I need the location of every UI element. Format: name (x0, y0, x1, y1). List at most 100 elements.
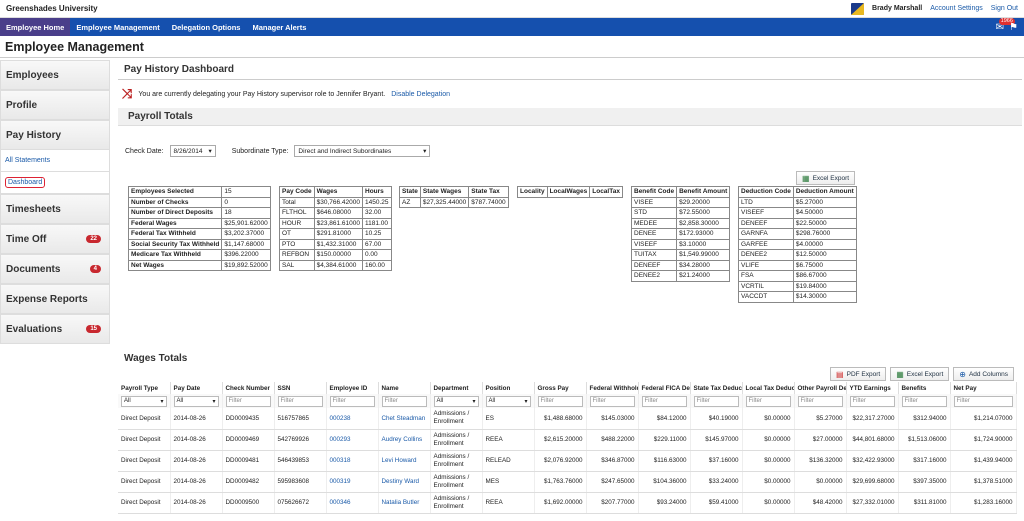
avatar[interactable] (851, 2, 865, 15)
nav-employee-management[interactable]: Employee Management (70, 18, 165, 36)
column-filter-input[interactable]: Filter (901, 395, 947, 407)
state-table: State State Wages State Tax AZ $27,325.44000… (399, 186, 509, 208)
column-filter-input[interactable]: Filter (693, 395, 739, 407)
table-cell[interactable]: 000319 (326, 471, 379, 493)
filter-placeholder: All (436, 398, 444, 404)
column-filter-input[interactable]: Filter (797, 395, 843, 407)
column-filter-input[interactable]: Filter (589, 395, 635, 407)
sidebar-item-label: Pay History (6, 129, 62, 141)
table-cell: 10.25 (362, 228, 392, 240)
column-header[interactable]: Net Pay (950, 382, 1017, 394)
wage-excel-export-button[interactable]: ▦ Excel Export (890, 367, 950, 381)
add-columns-button[interactable]: ⊕ Add Columns (953, 367, 1014, 381)
column-header[interactable]: Benefits (898, 382, 951, 394)
column-header[interactable]: Department (430, 382, 483, 394)
filter-cell: All ▾ (170, 394, 223, 408)
table-cell[interactable]: Levi Howard (378, 450, 431, 472)
column-filter-input[interactable]: All ▾ (433, 395, 479, 407)
table-cell[interactable]: Destiny Ward (378, 471, 431, 493)
column-header[interactable]: SSN (274, 382, 327, 394)
column-filter-input[interactable]: Filter (641, 395, 687, 407)
column-header[interactable]: Other Payroll Deductions (794, 382, 847, 394)
column-filter-input[interactable]: All ▾ (173, 395, 219, 407)
filter-placeholder: Filter (228, 398, 242, 404)
table-cell[interactable]: 000293 (326, 429, 379, 451)
nav-manager-alerts[interactable]: Manager Alerts (246, 18, 312, 36)
table-row: GARNFA $298.76000 (738, 228, 857, 240)
filter-cell: Filter (690, 394, 743, 408)
column-filter-input[interactable]: All ▾ (121, 395, 167, 407)
check-date-select[interactable]: 8/26/2014 ▾ (169, 145, 216, 157)
table-cell[interactable]: 000346 (326, 492, 379, 514)
table-cell: $4.50000 (792, 207, 857, 219)
column-header[interactable]: Local Tax Deductions (742, 382, 795, 394)
table-cell: Total (279, 196, 315, 208)
table-cell: MEDEE (630, 217, 678, 229)
table-row: TUITAX $1,549.99000 (630, 249, 731, 261)
column-filter-input[interactable]: Filter (277, 395, 323, 407)
column-header[interactable]: Position (482, 382, 535, 394)
table-cell: 595983608 (274, 471, 327, 493)
table-cell: $0.00000 (742, 450, 795, 472)
sign-out-link[interactable]: Sign Out (991, 5, 1018, 12)
table-cell: Number of Checks (127, 196, 223, 208)
disable-delegation-link[interactable]: Disable Delegation (391, 91, 450, 98)
table-cell[interactable]: Audrey Collins (378, 429, 431, 451)
column-filter-input[interactable]: Filter (537, 395, 583, 407)
table-cell[interactable]: 000318 (326, 450, 379, 472)
column-header: Locality (517, 186, 548, 198)
column-header[interactable]: Federal Withholding (586, 382, 639, 394)
excel-export-button[interactable]: ▦ Excel Export (796, 171, 856, 185)
table-row: Social Security Tax Withheld $1,147.68000 (127, 238, 271, 250)
pdf-export-button[interactable]: ▤ PDF Export (830, 367, 887, 381)
sidebar-item-documents[interactable]: Documents 4 (0, 254, 110, 284)
sidebar-item-employees[interactable]: Employees (0, 60, 110, 90)
table-cell: $3.10000 (676, 238, 731, 250)
column-filter-input[interactable]: Filter (329, 395, 375, 407)
column-header[interactable]: Gross Pay (534, 382, 587, 394)
column-filter-input[interactable]: Filter (381, 395, 427, 407)
column-header[interactable]: Name (378, 382, 431, 394)
table-row: AZ $27,325.44000 $787.74000 (399, 196, 509, 208)
column-header[interactable]: Check Number (222, 382, 275, 394)
column-header[interactable]: State Tax Deductions (690, 382, 743, 394)
sidebar-item-expense-reports[interactable]: Expense Reports (0, 284, 110, 314)
subordinate-type-select[interactable]: Direct and Indirect Subordinates ▾ (294, 145, 431, 157)
table-row: Direct Deposit 2014-08-26 DD0009500 0756266… (118, 492, 1017, 514)
sidebar-item-time-off[interactable]: Time Off 22 (0, 224, 110, 254)
mail-icon[interactable]: ✉ 1966 (996, 17, 1015, 33)
table-cell[interactable]: Chet Steadman (378, 408, 431, 430)
column-filter-input[interactable]: Filter (849, 395, 895, 407)
table-cell[interactable]: Natalia Butler (378, 492, 431, 514)
table-cell: $30,766.42000 (313, 196, 364, 208)
nav-delegation-options[interactable]: Delegation Options (166, 18, 247, 36)
filter-placeholder: Filter (696, 398, 710, 404)
sidebar-item-timesheets[interactable]: Timesheets (0, 194, 110, 224)
column-filter-input[interactable]: Filter (225, 395, 271, 407)
column-header[interactable]: YTD Earnings (846, 382, 899, 394)
column-filter-input[interactable]: Filter (953, 395, 1013, 407)
sidebar-item-evaluations[interactable]: Evaluations 15 (0, 314, 110, 344)
sidebar-item-pay-history[interactable]: Pay History (0, 120, 110, 150)
table-cell: $136.32000 (794, 450, 847, 472)
nav-employee-home[interactable]: Employee Home (0, 18, 71, 36)
sidebar-subitem-all-statements[interactable]: All Statements (0, 150, 110, 172)
table-row: Number of Direct Deposits 18 (127, 207, 271, 219)
account-settings-link[interactable]: Account Settings (930, 5, 983, 12)
column-header[interactable]: Pay Date (170, 382, 223, 394)
table-cell: $48.42000 (794, 492, 847, 514)
table-cell[interactable]: 000238 (326, 408, 379, 430)
column-filter-input[interactable]: Filter (745, 395, 791, 407)
column-header[interactable]: Employee ID (326, 382, 379, 394)
column-header[interactable]: Payroll Type (118, 382, 171, 394)
column-filter-input[interactable]: All ▾ (485, 395, 531, 407)
table-row: Federal Wages $25,901.62000 (127, 217, 271, 229)
table-cell: $93.24000 (638, 492, 691, 514)
column-header[interactable]: Federal FICA Deductions (638, 382, 691, 394)
flag-icon[interactable]: ⚑ (1009, 22, 1018, 33)
count-badge: 22 (86, 235, 101, 243)
sidebar-item-profile[interactable]: Profile (0, 90, 110, 120)
sidebar-subitem-dashboard[interactable]: Dashboard (0, 172, 110, 194)
filter-cell: Filter (274, 394, 327, 408)
table-cell: $1,549.99000 (676, 249, 731, 261)
